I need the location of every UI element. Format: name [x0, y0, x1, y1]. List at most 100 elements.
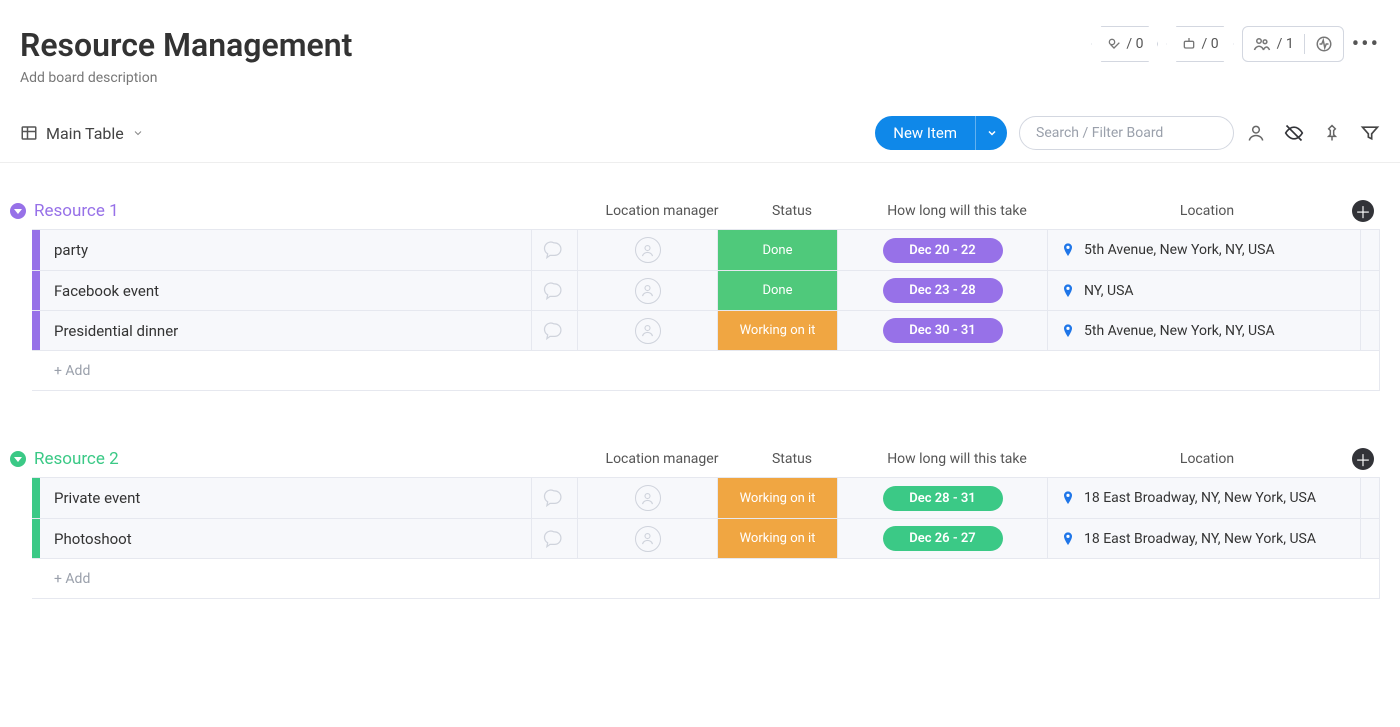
group-title[interactable]: Resource 2 [32, 449, 592, 469]
new-item-button[interactable]: New Item [875, 116, 975, 150]
map-pin-icon [1060, 490, 1076, 506]
automations-badge[interactable]: / 0 [1166, 26, 1233, 62]
column-header-manager[interactable]: Location manager [592, 451, 732, 467]
person-icon [635, 237, 661, 263]
location-cell[interactable]: 5th Avenue, New York, NY, USA [1048, 230, 1361, 270]
location-cell[interactable]: 18 East Broadway, NY, New York, USA [1048, 519, 1361, 558]
chevron-down-icon [132, 127, 144, 139]
activity-icon [1315, 35, 1333, 53]
map-pin-icon [1060, 283, 1076, 299]
timeline-cell[interactable]: Dec 30 - 31 [838, 311, 1048, 350]
row-color-stripe [32, 311, 40, 350]
location-manager-cell[interactable] [578, 271, 718, 310]
location-manager-cell[interactable] [578, 311, 718, 350]
add-item-placeholder[interactable]: + Add [40, 571, 90, 587]
board-description[interactable]: Add board description [20, 70, 352, 86]
integrations-count: / 0 [1126, 36, 1143, 52]
timeline-pill: Dec 23 - 28 [883, 278, 1003, 303]
add-item-row[interactable]: + Add [32, 558, 1379, 598]
map-pin-icon [1060, 323, 1076, 339]
hide-icon[interactable] [1284, 123, 1304, 143]
person-icon [635, 318, 661, 344]
column-header-location[interactable]: Location [1062, 451, 1352, 467]
timeline-cell[interactable]: Dec 28 - 31 [838, 478, 1048, 518]
conversation-button[interactable] [532, 311, 578, 350]
pin-icon[interactable] [1322, 123, 1342, 143]
conversation-button[interactable] [532, 478, 578, 518]
status-label: Working on it [740, 531, 816, 546]
members-button[interactable]: / 1 [1242, 26, 1344, 62]
location-text: 5th Avenue, New York, NY, USA [1084, 323, 1275, 339]
robot-icon [1181, 36, 1197, 52]
timeline-cell[interactable]: Dec 20 - 22 [838, 230, 1048, 270]
group-title[interactable]: Resource 1 [32, 201, 592, 221]
row-end [1361, 478, 1379, 518]
location-manager-cell[interactable] [578, 230, 718, 270]
row-end [1361, 311, 1379, 350]
item-name-cell[interactable]: Presidential dinner [40, 311, 532, 350]
timeline-pill: Dec 30 - 31 [883, 318, 1003, 343]
location-manager-cell[interactable] [578, 478, 718, 518]
item-name-cell[interactable]: Private event [40, 478, 532, 518]
column-header-status[interactable]: Status [732, 451, 852, 467]
more-menu-icon[interactable]: ••• [1352, 32, 1380, 57]
board-toolbar: Main Table New Item [0, 108, 1400, 163]
timeline-cell[interactable]: Dec 26 - 27 [838, 519, 1048, 558]
location-text: 5th Avenue, New York, NY, USA [1084, 242, 1275, 258]
location-text: 18 East Broadway, NY, New York, USA [1084, 490, 1316, 506]
board-title[interactable]: Resource Management [20, 26, 352, 64]
add-item-row[interactable]: + Add [32, 350, 1379, 390]
timeline-cell[interactable]: Dec 23 - 28 [838, 271, 1048, 310]
chat-icon [542, 320, 568, 342]
person-icon [635, 485, 661, 511]
status-cell[interactable]: Done [718, 271, 838, 310]
item-name-cell[interactable]: Photoshoot [40, 519, 532, 558]
status-cell[interactable]: Working on it [718, 478, 838, 518]
person-filter-icon[interactable] [1246, 123, 1266, 143]
location-cell[interactable]: NY, USA [1048, 271, 1361, 310]
row-color-stripe [32, 478, 40, 518]
location-text: 18 East Broadway, NY, New York, USA [1084, 531, 1316, 547]
column-header-manager[interactable]: Location manager [592, 203, 732, 219]
column-header-status[interactable]: Status [732, 203, 852, 219]
group-collapse-icon[interactable] [10, 203, 26, 219]
table-icon [20, 124, 38, 142]
location-cell[interactable]: 5th Avenue, New York, NY, USA [1048, 311, 1361, 350]
chat-icon [542, 239, 568, 261]
table-row[interactable]: Private event Working on itDec 28 - 31 18 … [32, 478, 1379, 518]
item-name-cell[interactable]: party [40, 230, 532, 270]
column-header-timeline[interactable]: How long will this take [852, 203, 1062, 219]
conversation-button[interactable] [532, 230, 578, 270]
chat-icon [542, 528, 568, 550]
add-column-button[interactable]: ＋ [1352, 448, 1374, 470]
location-cell[interactable]: 18 East Broadway, NY, New York, USA [1048, 478, 1361, 518]
column-header-timeline[interactable]: How long will this take [852, 451, 1062, 467]
conversation-button[interactable] [532, 271, 578, 310]
table-row[interactable]: Photoshoot Working on it Dec 26 - 27 18 Eas… [32, 518, 1379, 558]
integrations-badge[interactable]: / 0 [1091, 26, 1158, 62]
map-pin-icon [1060, 242, 1076, 258]
new-item-split-button: New Item [875, 116, 1007, 150]
status-cell[interactable]: Working on it [718, 311, 838, 350]
status-cell[interactable]: Working on it [718, 519, 838, 558]
status-cell[interactable]: Done [718, 230, 838, 270]
location-text: NY, USA [1084, 283, 1134, 299]
filter-icon[interactable] [1360, 123, 1380, 143]
add-item-placeholder[interactable]: + Add [40, 363, 90, 379]
location-manager-cell[interactable] [578, 519, 718, 558]
add-column-button[interactable]: ＋ [1352, 200, 1374, 222]
table-row[interactable]: Presidential dinner Working on it Dec 30 -… [32, 310, 1379, 350]
divider [1304, 34, 1305, 54]
new-item-dropdown[interactable] [975, 116, 1007, 150]
row-end [1361, 271, 1379, 310]
item-name-cell[interactable]: Facebook event [40, 271, 532, 310]
search-input[interactable] [1019, 116, 1234, 150]
table-row[interactable]: Facebook event Done Dec 23 - 28 NY, USA [32, 270, 1379, 310]
table-row[interactable]: party DoneDec 20 - 22 5th Avenue, New York… [32, 230, 1379, 270]
group-collapse-icon[interactable] [10, 451, 26, 467]
view-selector[interactable]: Main Table [20, 124, 144, 143]
chat-icon [542, 280, 568, 302]
map-pin-icon [1060, 531, 1076, 547]
conversation-button[interactable] [532, 519, 578, 558]
column-header-location[interactable]: Location [1062, 203, 1352, 219]
